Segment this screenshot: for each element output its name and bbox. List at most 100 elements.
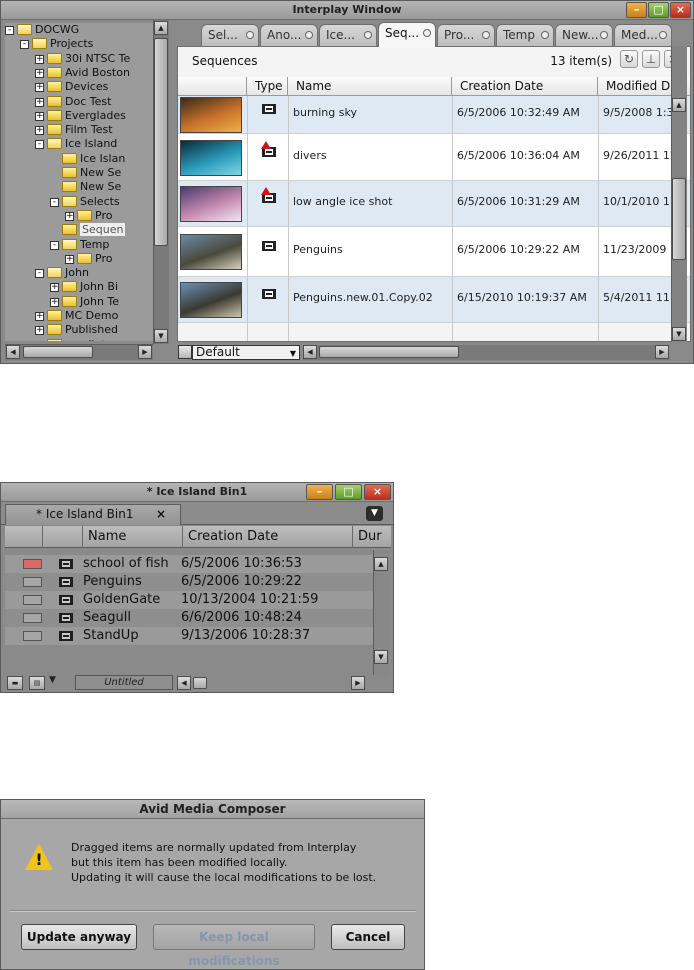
expand-icon[interactable]: + bbox=[35, 83, 44, 93]
keep-local-modifications-button[interactable]: Keep local modifications bbox=[153, 924, 315, 968]
bin-row[interactable]: school of fish 6/5/2006 10:36:53 bbox=[5, 555, 373, 573]
frame-view-icon[interactable]: ▬ bbox=[7, 676, 23, 690]
text-view-icon[interactable]: ▤ bbox=[29, 676, 45, 690]
update-anyway-button[interactable]: Update anyway bbox=[21, 924, 137, 950]
expand-icon[interactable]: + bbox=[35, 54, 44, 64]
scroll-left-icon[interactable]: ◀ bbox=[303, 345, 317, 359]
tree-node[interactable]: - DOCWG bbox=[5, 23, 79, 37]
column-header[interactable]: Type bbox=[247, 77, 288, 96]
view-select[interactable]: Default ▼ bbox=[192, 345, 300, 360]
collapse-icon[interactable]: - bbox=[50, 240, 59, 250]
tab[interactable]: Temp bbox=[496, 24, 554, 46]
scroll-up-icon[interactable]: ▲ bbox=[374, 557, 388, 571]
bin-tab[interactable]: * Ice Island Bin1 × bbox=[5, 504, 181, 525]
scroll-right-icon[interactable]: ▶ bbox=[655, 345, 669, 359]
tab[interactable]: New... bbox=[555, 24, 613, 46]
color-swatch[interactable] bbox=[23, 631, 42, 641]
tree-node[interactable]: + Pro bbox=[65, 252, 112, 266]
scroll-up-icon[interactable]: ▲ bbox=[154, 21, 168, 35]
maximize-button[interactable]: □ bbox=[648, 2, 669, 18]
table-row[interactable]: low angle ice shot 6/5/2006 10:31:29 AM 10… bbox=[178, 181, 690, 227]
tab[interactable]: Ice... bbox=[319, 24, 377, 46]
table-row[interactable]: burning sky 6/5/2006 10:32:49 AM 9/5/2008 … bbox=[178, 96, 690, 134]
tree-node[interactable]: New Se bbox=[50, 180, 121, 194]
column-header[interactable]: Name bbox=[83, 526, 183, 548]
bin-vertical-scrollbar[interactable]: ▲ ▼ bbox=[373, 550, 389, 676]
tree-node[interactable]: + John Bi bbox=[50, 280, 118, 294]
expand-icon[interactable]: + bbox=[35, 97, 44, 107]
bin-row[interactable]: GoldenGate 10/13/2004 10:21:59 bbox=[5, 591, 373, 609]
close-button[interactable]: × bbox=[670, 2, 691, 18]
tree-node[interactable]: - Ice Island bbox=[35, 137, 117, 151]
tree-node[interactable]: + John Te bbox=[50, 295, 119, 309]
tree-node[interactable]: + Avid Boston bbox=[35, 66, 130, 80]
pin-icon[interactable]: ⊥ bbox=[642, 50, 660, 68]
tab[interactable]: Seq... bbox=[378, 22, 436, 47]
scroll-thumb[interactable] bbox=[154, 38, 168, 246]
column-header[interactable]: Creation Date bbox=[183, 526, 353, 548]
tree-node[interactable]: + MC Demo bbox=[35, 309, 118, 323]
collapse-icon[interactable]: - bbox=[5, 26, 14, 35]
expand-icon[interactable]: + bbox=[35, 312, 44, 321]
tree-node[interactable]: - Selects bbox=[50, 195, 120, 209]
grid-vertical-scrollbar[interactable]: ▲ ▼ bbox=[671, 46, 687, 342]
scroll-thumb[interactable] bbox=[319, 346, 459, 358]
maximize-button[interactable]: □ bbox=[335, 484, 362, 500]
bin-view-select[interactable]: Untitled ▼ bbox=[75, 675, 184, 690]
scroll-right-icon[interactable]: ▶ bbox=[138, 345, 152, 359]
collapse-icon[interactable]: - bbox=[35, 140, 44, 150]
tab[interactable]: Sel... bbox=[201, 24, 259, 46]
refresh-icon[interactable]: ↻ bbox=[620, 50, 638, 68]
column-header[interactable] bbox=[5, 526, 43, 548]
scroll-left-icon[interactable]: ◀ bbox=[177, 676, 191, 690]
tree-node[interactable]: - Projects bbox=[20, 37, 93, 51]
column-header[interactable]: Dur bbox=[353, 526, 391, 548]
collapse-icon[interactable]: - bbox=[35, 269, 44, 279]
view-mode-icon[interactable] bbox=[178, 345, 192, 359]
expand-icon[interactable]: + bbox=[35, 111, 44, 121]
expand-icon[interactable]: + bbox=[35, 126, 44, 136]
scroll-thumb[interactable] bbox=[23, 346, 93, 358]
tab[interactable]: Pro... bbox=[437, 24, 495, 46]
tree-node[interactable]: Ice Islan bbox=[50, 152, 125, 166]
bin-row[interactable]: StandUp 9/13/2006 10:28:37 bbox=[5, 627, 373, 645]
scroll-down-icon[interactable]: ▼ bbox=[672, 327, 686, 341]
tree-node[interactable]: +sandlot bbox=[35, 338, 106, 341]
view-menu-arrow-icon[interactable]: ▼ bbox=[49, 675, 56, 685]
minimize-button[interactable]: – bbox=[626, 2, 647, 18]
color-swatch[interactable] bbox=[23, 613, 42, 623]
tree-node[interactable]: - John bbox=[35, 266, 89, 280]
tree-node[interactable]: New Se bbox=[50, 166, 121, 180]
grid-horizontal-scrollbar[interactable]: ◀ ▶ bbox=[303, 345, 669, 360]
color-swatch[interactable] bbox=[23, 577, 42, 587]
tree-node[interactable]: + Doc Test bbox=[35, 95, 111, 109]
tree-node[interactable]: +30i NTSC Te bbox=[35, 52, 130, 66]
tree-node[interactable]: Sequen bbox=[50, 223, 126, 237]
close-tab-icon[interactable]: × bbox=[156, 505, 166, 524]
tree-node[interactable]: + Devices bbox=[35, 80, 108, 94]
tree-node[interactable]: + Film Test bbox=[35, 123, 113, 137]
scroll-down-icon[interactable]: ▼ bbox=[374, 650, 388, 664]
column-header[interactable] bbox=[178, 77, 247, 96]
table-row[interactable]: Penguins.new.01.Copy.02 6/15/2010 10:19:3… bbox=[178, 277, 690, 323]
collapse-icon[interactable]: - bbox=[20, 40, 29, 50]
scroll-right-icon[interactable]: ▶ bbox=[351, 676, 365, 690]
tree-node[interactable]: + Everglades bbox=[35, 109, 126, 123]
tab[interactable]: Ano... bbox=[260, 24, 318, 46]
tree-horizontal-scrollbar[interactable]: ◀ ▶ bbox=[5, 344, 153, 360]
tree-node[interactable]: + Pro bbox=[65, 209, 112, 223]
minimize-button[interactable]: – bbox=[306, 484, 333, 500]
scroll-left-icon[interactable]: ◀ bbox=[6, 345, 20, 359]
tree-vertical-scrollbar[interactable]: ▲ ▼ bbox=[153, 20, 169, 344]
expand-icon[interactable]: + bbox=[35, 68, 44, 78]
scroll-thumb[interactable] bbox=[672, 178, 686, 260]
expand-icon[interactable]: + bbox=[65, 211, 74, 221]
expand-icon[interactable]: + bbox=[35, 326, 44, 336]
tree-node[interactable]: + Published bbox=[35, 323, 118, 337]
column-header[interactable]: Name bbox=[288, 77, 452, 96]
bin-row[interactable]: Seagull 6/6/2006 10:48:24 bbox=[5, 609, 373, 627]
bin-menu-icon[interactable]: ▼ bbox=[366, 506, 383, 521]
scroll-up-icon[interactable]: ▲ bbox=[672, 98, 686, 112]
color-swatch[interactable] bbox=[23, 595, 42, 605]
project-tree[interactable]: - DOCWG - Projects +30i NTSC Te + Avid Boston +… bbox=[5, 23, 153, 341]
